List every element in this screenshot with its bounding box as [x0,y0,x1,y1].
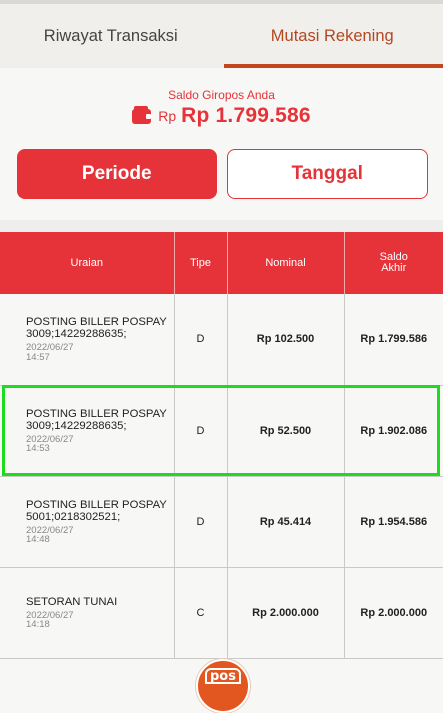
header-nominal: Nominal [227,232,344,294]
table-header: Uraian Tipe Nominal Saldo Akhir [0,232,443,294]
cell-tipe: D [174,385,227,476]
tanggal-button[interactable]: Tanggal [227,149,429,199]
section-divider [0,220,443,232]
tab-bar: Riwayat Transaksi Mutasi Rekening [0,0,443,68]
tab-riwayat-transaksi[interactable]: Riwayat Transaksi [0,4,222,68]
table-row[interactable]: SETORAN TUNAI 2022/06/27 14:18 C Rp 2.00… [0,567,443,658]
cell-nominal: Rp 52.500 [227,385,344,476]
table-row[interactable]: POSTING BILLER POSPAY 5001;0218302521; 2… [0,476,443,567]
cell-tipe: D [174,476,227,567]
pos-logo-text: pos [205,668,241,684]
table-row[interactable]: POSTING BILLER POSPAY 3009;14229288635; … [0,385,443,476]
cell-nominal: Rp 45.414 [227,476,344,567]
transaction-time: 14:48 [26,535,170,545]
cell-saldo: Rp 1.954.586 [344,476,443,567]
header-uraian: Uraian [0,232,174,294]
tab-mutasi-rekening[interactable]: Mutasi Rekening [222,4,443,68]
balance-amount: Rp 1.799.586 [181,104,311,128]
header-saldo-akhir: Saldo Akhir [344,232,443,294]
cell-saldo: Rp 1.799.586 [344,294,443,385]
transaction-desc: POSTING BILLER POSPAY [26,408,170,420]
transaction-ref: 3009;14229288635; [26,420,170,432]
table-row[interactable]: POSTING BILLER POSPAY 3009;14229288635; … [0,294,443,385]
cell-saldo: Rp 1.902.086 [344,385,443,476]
cell-uraian: POSTING BILLER POSPAY 3009;14229288635; … [0,385,174,476]
cell-uraian: SETORAN TUNAI 2022/06/27 14:18 [0,567,174,658]
currency-label: Rp [158,108,176,124]
cell-uraian: POSTING BILLER POSPAY 3009;14229288635; … [0,294,174,385]
header-saldo-line2: Akhir [381,262,406,274]
transaction-desc: POSTING BILLER POSPAY [26,499,170,511]
transaction-desc: SETORAN TUNAI [26,596,170,608]
cell-tipe: D [174,294,227,385]
transaction-desc: POSTING BILLER POSPAY [26,316,170,328]
filter-buttons: Periode Tanggal [17,149,428,199]
pos-logo[interactable]: pos [196,659,250,713]
transaction-time: 14:53 [26,444,170,454]
balance-label: Saldo Giropos Anda [0,88,443,102]
mutation-table: Uraian Tipe Nominal Saldo Akhir POSTING … [0,232,443,659]
cell-tipe: C [174,567,227,658]
transaction-time: 14:18 [26,620,170,630]
cell-saldo: Rp 2.000.000 [344,567,443,658]
wallet-icon [132,109,151,124]
cell-nominal: Rp 2.000.000 [227,567,344,658]
cell-nominal: Rp 102.500 [227,294,344,385]
periode-button[interactable]: Periode [17,149,217,199]
transaction-ref: 3009;14229288635; [26,328,170,340]
cell-uraian: POSTING BILLER POSPAY 5001;0218302521; 2… [0,476,174,567]
transaction-time: 14:57 [26,353,170,363]
header-tipe: Tipe [174,232,227,294]
balance-section: Saldo Giropos Anda Rp Rp 1.799.586 [0,88,443,128]
transaction-ref: 5001;0218302521; [26,511,170,523]
